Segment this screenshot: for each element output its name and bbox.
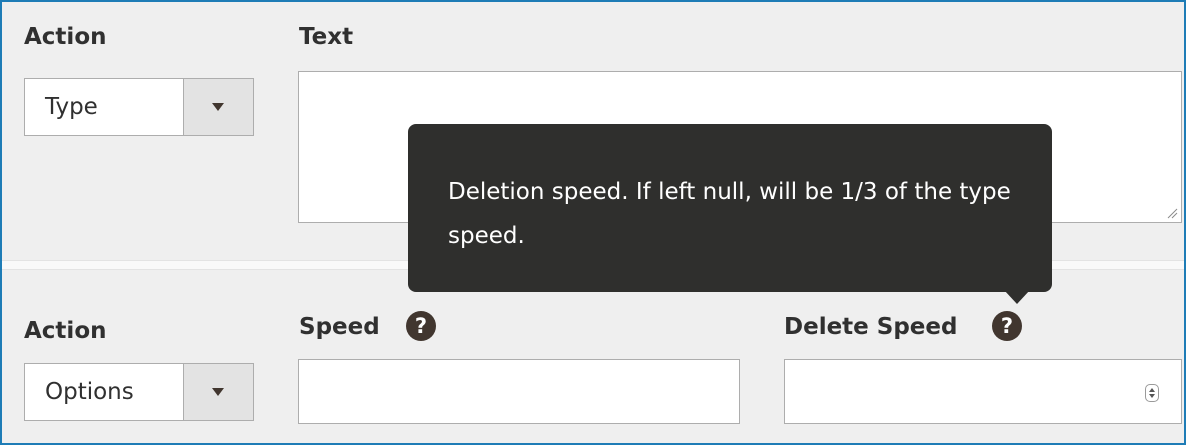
help-tooltip: Deletion speed. If left null, will be 1/…: [408, 124, 1052, 304]
delete-speed-label: Delete Speed: [784, 314, 958, 340]
action-label: Action: [24, 318, 107, 344]
action-select-value: Type: [45, 94, 98, 120]
tooltip-text: Deletion speed. If left null, will be 1/…: [448, 179, 1011, 249]
spinner-down-icon[interactable]: [1149, 394, 1155, 398]
action-label: Action: [24, 24, 107, 50]
chevron-down-icon: [212, 103, 224, 111]
number-spinner-icon[interactable]: [1145, 384, 1159, 402]
speed-label: Speed: [299, 314, 380, 340]
text-label: Text: [299, 24, 354, 50]
delete-speed-help-icon[interactable]: ?: [992, 311, 1022, 341]
action-select[interactable]: Type: [24, 78, 254, 136]
form-panel: Action Text Type Action Speed ? Delete S…: [0, 0, 1186, 445]
spinner-up-icon[interactable]: [1149, 388, 1155, 392]
dropdown-toggle[interactable]: [183, 79, 253, 135]
resize-handle-icon[interactable]: [1166, 207, 1178, 219]
action-select-value: Options: [45, 379, 134, 405]
action-select[interactable]: Options: [24, 363, 254, 421]
delete-speed-input[interactable]: [784, 359, 1182, 424]
tooltip-pointer: [1004, 290, 1030, 304]
chevron-down-icon: [212, 388, 224, 396]
speed-input[interactable]: [298, 359, 740, 424]
speed-help-icon[interactable]: ?: [406, 311, 436, 341]
dropdown-toggle[interactable]: [183, 364, 253, 420]
